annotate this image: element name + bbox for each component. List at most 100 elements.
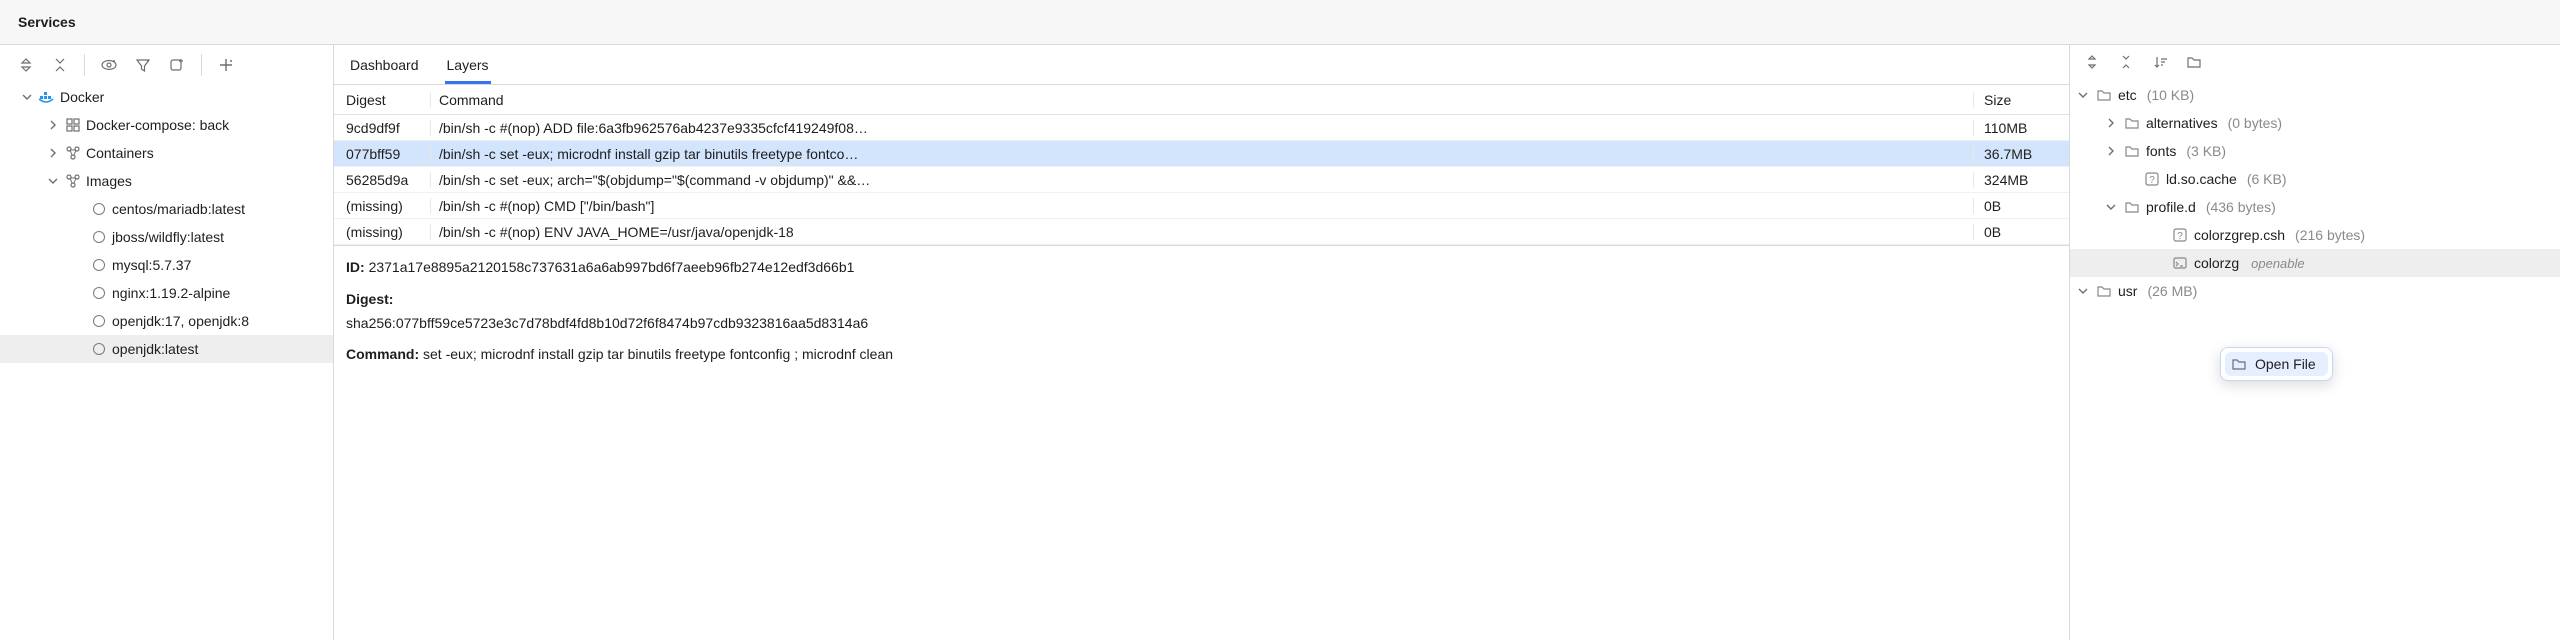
- docker-icon: [38, 88, 56, 106]
- view-icon[interactable]: [97, 53, 121, 77]
- circle-icon: [90, 200, 108, 218]
- filetree-label: alternatives: [2146, 115, 2218, 131]
- table-row[interactable]: 077bff59 /bin/sh -c set -eux; microdnf i…: [334, 141, 2069, 167]
- spacer-icon: [2152, 228, 2166, 242]
- cell-digest: 9cd9df9f: [334, 120, 430, 136]
- filetree-size: (6 KB): [2247, 171, 2287, 187]
- chevron-right-icon[interactable]: [2104, 144, 2118, 158]
- collapse-vertical-icon[interactable]: [2114, 50, 2138, 74]
- svg-text:?: ?: [2149, 175, 2155, 186]
- tree-item-docker[interactable]: Docker: [0, 83, 333, 111]
- expand-all-icon[interactable]: [14, 53, 38, 77]
- filetree-item[interactable]: ?ld.so.cache(6 KB): [2070, 165, 2560, 193]
- cell-command: /bin/sh -c #(nop) CMD ["/bin/bash"]: [430, 198, 1973, 214]
- chevron-down-icon[interactable]: [2076, 88, 2090, 102]
- add-icon[interactable]: [214, 53, 238, 77]
- tree-label: nginx:1.19.2-alpine: [112, 285, 230, 301]
- tree-label: openjdk:17, openjdk:8: [112, 313, 249, 329]
- filetree-item[interactable]: alternatives (0 bytes): [2070, 109, 2560, 137]
- tree-item-image[interactable]: nginx:1.19.2-alpine: [0, 279, 333, 307]
- filetree-pane: etc(10 KB) alternatives (0 bytes) fonts (3 K…: [2070, 45, 2560, 640]
- circle-icon: [90, 256, 108, 274]
- chevron-right-icon[interactable]: [46, 146, 60, 160]
- cell-size: 110MB: [1973, 120, 2069, 136]
- spacer-icon: [2124, 172, 2138, 186]
- context-menu: Open File: [2220, 347, 2333, 381]
- toolbar-separator: [201, 54, 202, 76]
- panel-title: Services: [18, 14, 76, 30]
- open-folder-icon[interactable]: [2182, 50, 2206, 74]
- tree-item-image[interactable]: jboss/wildfly:latest: [0, 223, 333, 251]
- tree-item-image[interactable]: openjdk:latest: [0, 335, 333, 363]
- tree-label: centos/mariadb:latest: [112, 201, 245, 217]
- folder-icon: [2124, 143, 2140, 159]
- filetree-toolbar: [2070, 45, 2560, 79]
- svg-text:?: ?: [2177, 231, 2183, 242]
- filetree-item[interactable]: ? colorzgrep.csh (216 bytes): [2070, 221, 2560, 249]
- toolbar-separator: [84, 54, 85, 76]
- expand-vertical-icon[interactable]: [2080, 50, 2104, 74]
- cell-size: 324MB: [1973, 172, 2069, 188]
- filetree-size: (216 bytes): [2295, 227, 2365, 243]
- filetree-size: (3 KB): [2186, 143, 2226, 159]
- circle-icon: [90, 312, 108, 330]
- tree-item-compose[interactable]: Docker-compose: back: [0, 111, 333, 139]
- tree-label: jboss/wildfly:latest: [112, 229, 224, 245]
- detail-digest-value: sha256:077bff59ce5723e3c7d78bdf4fd8b10d7…: [346, 315, 868, 331]
- table-row[interactable]: 9cd9df9f /bin/sh -c #(nop) ADD file:6a3f…: [334, 115, 2069, 141]
- filter-icon[interactable]: [131, 53, 155, 77]
- filetree-item[interactable]: etc(10 KB): [2070, 81, 2560, 109]
- filetree-label: fonts: [2146, 143, 2176, 159]
- cell-command: /bin/sh -c #(nop) ENV JAVA_HOME=/usr/jav…: [430, 224, 1973, 240]
- tree-item-image[interactable]: openjdk:17, openjdk:8: [0, 307, 333, 335]
- tree-item-containers[interactable]: Containers: [0, 139, 333, 167]
- tree-item-images[interactable]: Images: [0, 167, 333, 195]
- table-row[interactable]: (missing) /bin/sh -c #(nop) CMD ["/bin/b…: [334, 193, 2069, 219]
- chevron-down-icon[interactable]: [2104, 200, 2118, 214]
- cell-command: /bin/sh -c set -eux; microdnf install gz…: [430, 146, 1973, 162]
- tree-label: Containers: [86, 145, 154, 161]
- graph-icon: [64, 144, 82, 162]
- filetree-item[interactable]: fonts (3 KB): [2070, 137, 2560, 165]
- detail-command-value: set -eux; microdnf install gzip tar binu…: [423, 346, 893, 362]
- table-header: Digest Command Size: [334, 85, 2069, 115]
- left-toolbar: [0, 47, 333, 83]
- circle-icon: [90, 228, 108, 246]
- cell-size: 36.7MB: [1973, 146, 2069, 162]
- filetree-label: colorzgrep.csh: [2194, 227, 2285, 243]
- tree-item-image[interactable]: mysql:5.7.37: [0, 251, 333, 279]
- filetree-size: (0 bytes): [2228, 115, 2282, 131]
- cell-digest: (missing): [334, 224, 430, 240]
- tree-item-image[interactable]: centos/mariadb:latest: [0, 195, 333, 223]
- table-row[interactable]: (missing) /bin/sh -c #(nop) ENV JAVA_HOM…: [334, 219, 2069, 245]
- terminal-icon: [2172, 255, 2188, 271]
- new-service-icon[interactable]: [165, 53, 189, 77]
- layer-detail: ID: 2371a17e8895a2120158c737631a6a6ab997…: [334, 245, 2069, 367]
- col-header-command[interactable]: Command: [430, 92, 1973, 108]
- tree-label: Docker-compose: back: [86, 117, 229, 133]
- tab-dashboard[interactable]: Dashboard: [348, 48, 421, 84]
- context-menu-open-file[interactable]: Open File: [2225, 352, 2328, 376]
- filetree-item[interactable]: colorzgopenable: [2070, 249, 2560, 277]
- chevron-down-icon[interactable]: [20, 90, 34, 104]
- col-header-size[interactable]: Size: [1973, 92, 2069, 108]
- collapse-all-icon[interactable]: [48, 53, 72, 77]
- chevron-right-icon[interactable]: [46, 118, 60, 132]
- table-row[interactable]: 56285d9a /bin/sh -c set -eux; arch="$(ob…: [334, 167, 2069, 193]
- chevron-down-icon[interactable]: [2076, 284, 2090, 298]
- cell-command: /bin/sh -c #(nop) ADD file:6a3fb962576ab…: [430, 120, 1973, 136]
- cell-digest: 56285d9a: [334, 172, 430, 188]
- chevron-down-icon[interactable]: [46, 174, 60, 188]
- sort-icon[interactable]: [2148, 50, 2172, 74]
- service-tree-pane: Docker Docker-compose: back Containers: [0, 45, 334, 640]
- tree-label: Docker: [60, 89, 104, 105]
- filetree-item[interactable]: profile.d(436 bytes): [2070, 193, 2560, 221]
- chevron-right-icon[interactable]: [2104, 116, 2118, 130]
- tab-layers[interactable]: Layers: [445, 48, 491, 84]
- circle-icon: [90, 340, 108, 358]
- circle-icon: [90, 284, 108, 302]
- context-menu-label: Open File: [2255, 356, 2316, 372]
- filetree-size: (10 KB): [2147, 87, 2194, 103]
- col-header-digest[interactable]: Digest: [334, 92, 430, 108]
- filetree-item[interactable]: usr(26 MB): [2070, 277, 2560, 305]
